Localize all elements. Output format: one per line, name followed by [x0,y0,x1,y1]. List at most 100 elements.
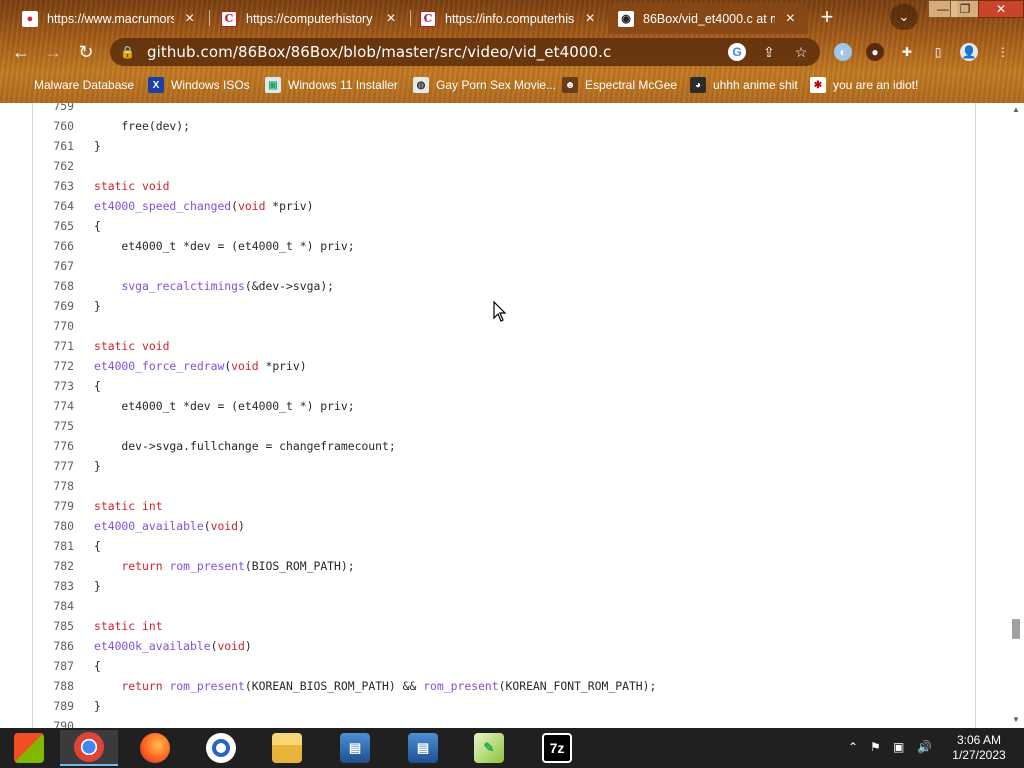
line-number[interactable]: 764 [33,196,74,216]
line-number[interactable]: 786 [33,636,74,656]
scroll-down-arrow-icon[interactable]: ▼ [1012,715,1020,724]
bookmark-link-4[interactable]: ◍ Gay Porn Sex Movie... [413,75,556,95]
taskbar-chrome[interactable] [60,730,118,766]
bookmark-label: uhhh anime shit [713,78,798,92]
line-number[interactable]: 760 [33,116,74,136]
network-computer-icon: ▤ [408,733,438,763]
bookmark-espectral-mcgee[interactable]: ☻ Espectral McGee [562,75,677,95]
tab-info-computerhistory[interactable]: C https://info.computerhis × [410,3,608,34]
side-panel-icon[interactable]: ▯ [929,43,947,61]
bookmark-you-are-an-idiot[interactable]: ✱ you are an idiot! [810,75,918,95]
close-tab-icon[interactable]: × [582,10,598,28]
taskbar-network-app-2[interactable]: ▤ [394,730,452,766]
taskbar-firefox[interactable] [126,730,184,766]
taskbar-notepad-plus-plus[interactable]: ✎ [460,730,518,766]
line-number[interactable]: 787 [33,656,74,676]
flag-icon: ✱ [810,77,826,93]
line-number[interactable]: 784 [33,596,74,616]
line-number[interactable]: 790 [33,716,74,728]
line-number[interactable]: 776 [33,436,74,456]
line-number[interactable]: 779 [33,496,74,516]
google-lens-icon[interactable]: G [728,43,746,61]
line-number[interactable]: 783 [33,576,74,596]
maximize-button[interactable]: ❐ [950,0,980,18]
line-number[interactable]: 765 [33,216,74,236]
start-button[interactable] [0,730,58,766]
action-center-flag-icon[interactable]: ⚑ [870,740,881,754]
folder-icon [272,733,302,763]
bookmark-label: Gay Porn Sex Movie... [436,78,557,92]
line-number[interactable]: 762 [33,156,74,176]
line-number[interactable]: 763 [33,176,74,196]
network-icon[interactable]: ▣ [893,740,904,754]
taskbar-opera[interactable] [192,730,250,766]
line-number[interactable]: 774 [33,396,74,416]
mouse-pointer-icon [493,301,507,322]
address-bar[interactable]: 🔒 github.com/86Box/86Box/blob/master/src… [110,38,820,66]
line-number[interactable]: 761 [33,136,74,156]
system-clock[interactable]: 3:06 AM 1/27/2023 [940,733,1018,763]
tab-github-active[interactable]: ◉ 86Box/vid_et4000.c at m × [608,3,808,34]
line-number[interactable]: 767 [33,256,74,276]
bookmark-star-icon[interactable]: ☆ [792,43,810,61]
tab-macrumors[interactable]: ● https://www.macrumors.c × [12,3,207,34]
bookmark-windows-isos[interactable]: X Windows ISOs [148,75,250,95]
close-tab-icon[interactable]: × [383,10,399,28]
share-icon[interactable]: ⇪ [760,43,778,61]
reload-icon[interactable]: ↻ [73,39,99,65]
scrollbar-thumb[interactable] [1012,619,1020,639]
taskbar-network-app-1[interactable]: ▤ [326,730,384,766]
lock-icon[interactable]: 🔒 [120,45,135,59]
code-text: static int [94,499,163,513]
new-tab-button[interactable]: + [814,5,840,31]
line-number[interactable]: 781 [33,536,74,556]
extension-flag-icon[interactable]: ◐ [834,43,852,61]
line-number[interactable]: 778 [33,476,74,496]
code-text: } [94,579,101,593]
line-number[interactable]: 775 [33,416,74,436]
taskbar-7zip[interactable]: 7z [528,730,586,766]
show-hidden-icons-chevron-icon[interactable]: ⌃ [848,740,858,754]
code-line: 773 { [33,376,975,396]
line-number[interactable]: 773 [33,376,74,396]
vertical-scrollbar[interactable]: ▲ ▼ [1008,103,1024,728]
close-tab-icon[interactable]: × [783,10,798,28]
code-text: et4000_t *dev = (et4000_t *) priv; [94,399,355,413]
menu-kebab-icon[interactable]: ⋮ [994,43,1012,61]
line-number[interactable]: 769 [33,296,74,316]
line-number[interactable]: 772 [33,356,74,376]
bookmark-anime[interactable]: ◕ uhhh anime shit [690,75,798,95]
close-tab-icon[interactable]: × [182,10,197,28]
extension-avatar-icon[interactable]: ● [866,43,884,61]
tab-search-icon[interactable]: ⌄ [890,4,918,30]
code-text: et4000_speed_changed(void *priv) [94,199,314,213]
scroll-up-arrow-icon[interactable]: ▲ [1012,105,1020,114]
bookmark-windows-11-installer[interactable]: ▣ Windows 11 Installer [265,75,398,95]
line-number[interactable]: 766 [33,236,74,256]
line-number[interactable]: 777 [33,456,74,476]
profile-avatar-icon[interactable]: 👤 [960,43,978,61]
line-number[interactable]: 759 [33,103,74,116]
line-number[interactable]: 788 [33,676,74,696]
line-number[interactable]: 770 [33,316,74,336]
line-number[interactable]: 768 [33,276,74,296]
line-number[interactable]: 780 [33,516,74,536]
line-number[interactable]: 771 [33,336,74,356]
extensions-puzzle-icon[interactable]: ✚ [898,43,916,61]
back-arrow-icon[interactable]: ← [8,39,34,65]
line-number[interactable]: 789 [33,696,74,716]
code-text: { [94,659,101,673]
x-logo-icon: X [148,77,164,93]
url-text[interactable]: github.com/86Box/86Box/blob/master/src/v… [147,43,611,61]
bookmark-malware-database[interactable]: Malware Database [16,75,134,95]
taskbar-file-explorer[interactable] [258,730,316,766]
line-number[interactable]: 782 [33,556,74,576]
forward-arrow-icon[interactable]: → [40,39,66,65]
line-number[interactable]: 785 [33,616,74,636]
code-line: 785 static int [33,616,975,636]
volume-icon[interactable]: 🔊 [917,740,932,754]
close-window-button[interactable]: ✕ [978,0,1024,18]
character-icon: ☻ [562,77,578,93]
tab-computerhistory[interactable]: C https://computerhistory × [211,3,409,34]
globe-icon: ◍ [413,77,429,93]
